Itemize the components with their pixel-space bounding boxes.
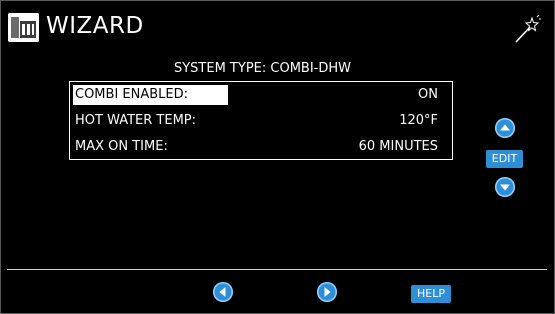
setting-label: COMBI ENABLED: xyxy=(73,85,228,105)
setting-label: MAX ON TIME: xyxy=(75,139,168,154)
setting-row-hot-water-temp[interactable]: HOT WATER TEMP: 120°F xyxy=(73,111,438,131)
chevron-left-icon xyxy=(219,287,226,297)
setting-row-combi-enabled[interactable]: COMBI ENABLED: ON xyxy=(73,85,438,105)
setting-label: HOT WATER TEMP: xyxy=(75,113,197,128)
chevron-right-icon xyxy=(324,287,331,297)
page-title: WIZARD xyxy=(46,13,144,39)
chevron-down-icon xyxy=(500,184,510,191)
setting-value: ON xyxy=(418,87,438,102)
help-button[interactable]: HELP xyxy=(411,285,451,303)
scroll-up-button[interactable] xyxy=(495,118,515,138)
system-type-label: SYSTEM TYPE: COMBI-DHW xyxy=(173,61,351,76)
scroll-down-button[interactable] xyxy=(495,177,515,197)
footer-divider xyxy=(7,269,547,270)
setting-row-max-on-time[interactable]: MAX ON TIME: 60 MINUTES xyxy=(73,137,438,157)
setting-value: 60 MINUTES xyxy=(358,139,438,154)
setting-value: 120°F xyxy=(399,113,438,128)
previous-button[interactable] xyxy=(213,282,233,302)
chevron-up-icon xyxy=(500,124,510,131)
next-button[interactable] xyxy=(317,282,337,302)
app-logo-icon xyxy=(8,13,39,42)
magic-wand-icon[interactable] xyxy=(512,14,542,45)
settings-panel: COMBI ENABLED: ON HOT WATER TEMP: 120°F … xyxy=(69,81,453,160)
edit-button[interactable]: EDIT xyxy=(486,150,523,168)
